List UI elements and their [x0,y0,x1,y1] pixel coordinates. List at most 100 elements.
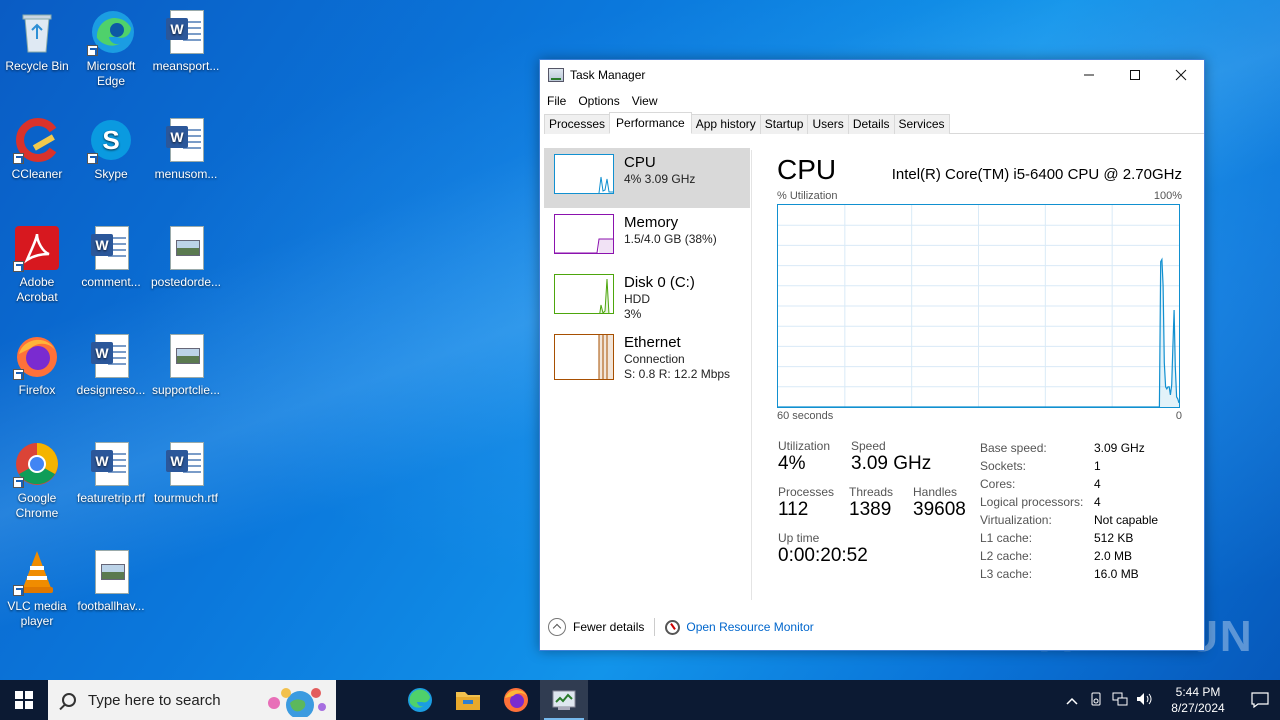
desktop-icon-firefox[interactable]: Firefox [0,332,74,398]
tab-performance[interactable]: Performance [609,112,692,134]
desktop-icon-recycle-bin[interactable]: Recycle Bin [0,8,74,74]
desktop-icon-vlc[interactable]: VLC media player [0,548,74,629]
chrome-icon [13,440,61,488]
desktop-icon-featuretrip[interactable]: W featuretrip.rtf [74,440,148,506]
desktop-icon-chrome[interactable]: Google Chrome [0,440,74,521]
desktop-icon-ccleaner[interactable]: CCleaner [0,116,74,182]
desktop-icon-tourmuch[interactable]: W tourmuch.rtf [149,440,223,506]
tab-startup[interactable]: Startup [759,114,809,134]
desktop-icon-edge[interactable]: Microsoft Edge [74,8,148,89]
word-document-icon: W [162,8,210,56]
fewer-details-link[interactable]: Fewer details [573,620,644,634]
desktop-icon-footballhav[interactable]: footballhav... [74,548,148,614]
shortcut-arrow-icon [87,153,98,164]
desktop-icon-label: tourmuch.rtf [153,491,219,505]
desktop-icon-meansport[interactable]: W meansport... [149,8,223,74]
resource-monitor-icon [665,619,681,635]
threads-label: Threads [849,485,894,499]
desktop-icon-skype[interactable]: S Skype [74,116,148,182]
minimize-button[interactable] [1066,60,1112,90]
resource-item-ethernet[interactable]: Ethernet Connection S: 0.8 R: 12.2 Mbps [544,328,750,398]
taskbar-search-box[interactable]: Type here to search [48,680,336,720]
ccleaner-icon [13,116,61,164]
graph-x-min: 0 [1175,410,1182,422]
resource-sub: 4% 3.09 GHz [624,172,696,186]
chevron-up-icon[interactable] [1060,693,1084,708]
task-manager-window[interactable]: Task Manager File Options View Processes… [539,59,1205,651]
tab-services[interactable]: Services [893,114,950,134]
taskbar-edge[interactable] [396,680,444,720]
shortcut-arrow-icon [13,369,24,380]
spec-row: Sockets: 1 [980,459,1101,473]
menu-options[interactable]: Options [578,94,619,108]
desktop-icon-label: postedorde... [150,275,222,289]
threads-value: 1389 [849,499,892,520]
utilization-value: 4% [778,453,806,474]
taskbar-firefox[interactable] [492,680,540,720]
maximize-icon [1130,70,1140,80]
menu-view[interactable]: View [632,94,658,108]
desktop-icon-acrobat[interactable]: Adobe Acrobat [0,224,74,305]
open-resource-monitor-link[interactable]: Open Resource Monitor [686,620,813,634]
resource-sub: Connection [624,352,685,366]
graph-x-label: 60 seconds [777,410,834,422]
menu-file[interactable]: File [547,94,566,108]
uptime-label: Up time [778,531,820,545]
image-document-icon [87,548,135,596]
start-button[interactable] [0,680,48,720]
word-document-icon: W [162,440,210,488]
desktop-icon-postedorde[interactable]: postedorde... [149,224,223,290]
taskbar-task-manager[interactable] [540,680,588,720]
title-bar[interactable]: Task Manager [540,60,1204,90]
spec-row: Cores: 4 [980,477,1101,491]
network-icon[interactable] [1108,692,1132,709]
resource-item-memory[interactable]: Memory 1.5/4.0 GB (38%) [544,208,750,268]
minimize-icon [1084,74,1094,76]
desktop-icon-designreso[interactable]: W designreso... [74,332,148,398]
ethernet-thumbnail-graph [554,334,614,380]
firefox-icon [13,332,61,380]
resource-name: CPU [624,154,656,171]
recycle-bin-icon [13,8,61,56]
task-manager-icon [552,690,576,710]
windows-logo-icon [15,691,33,709]
folder-icon [456,692,480,710]
cpu-thumbnail-graph [554,154,614,194]
tab-processes[interactable]: Processes [544,114,611,134]
spec-row: Base speed: 3.09 GHz [980,441,1145,455]
image-document-icon [162,224,210,272]
desktop-icon-label: supportclie... [151,383,221,397]
desktop-icon-supportclie[interactable]: supportclie... [149,332,223,398]
close-icon [1175,69,1187,81]
desktop-icon-label: meansport... [152,59,220,73]
notification-center-button[interactable] [1240,680,1280,720]
taskbar: Type here to search 5:44 PM 8/27/2024 [0,680,1280,720]
tab-app-history[interactable]: App history [690,114,761,134]
processes-label: Processes [778,485,835,499]
disk-thumbnail-graph [554,274,614,314]
acrobat-icon [13,224,61,272]
desktop-icon-menusom[interactable]: W menusom... [149,116,223,182]
utilization-label: Utilization [778,439,831,453]
clock[interactable]: 5:44 PM 8/27/2024 [1162,684,1234,716]
taskbar-file-explorer[interactable] [444,680,492,720]
clock-date: 8/27/2024 [1171,701,1225,715]
desktop-icon-comment[interactable]: W comment... [74,224,148,290]
system-tray: 5:44 PM 8/27/2024 [1060,680,1280,720]
tab-details[interactable]: Details [847,114,895,134]
removable-device-icon[interactable] [1084,692,1108,709]
resource-item-disk[interactable]: Disk 0 (C:) HDD 3% [544,268,750,328]
chevron-up-icon[interactable] [548,618,566,636]
task-manager-icon [548,68,564,82]
resource-item-cpu[interactable]: CPU 4% 3.09 GHz [544,148,750,208]
volume-icon[interactable] [1132,692,1156,709]
shortcut-arrow-icon [13,153,24,164]
window-title: Task Manager [570,68,646,82]
maximize-button[interactable] [1112,60,1158,90]
word-document-icon: W [87,224,135,272]
spec-row: Virtualization: Not capable [980,513,1159,527]
search-placeholder: Type here to search [88,691,221,709]
tab-users[interactable]: Users [807,114,849,134]
desktop-icon-label: VLC media player [7,599,67,628]
close-button[interactable] [1158,60,1204,90]
